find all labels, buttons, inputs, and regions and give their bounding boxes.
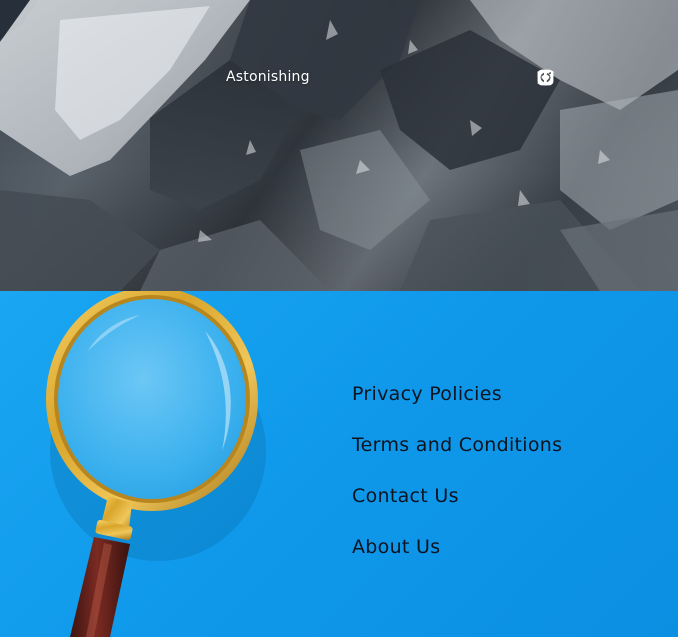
about-us-link[interactable]: About Us	[352, 536, 562, 559]
brand-name[interactable]: Astonishing	[226, 68, 310, 86]
page: Astonishing Privacy Policies Terms and C…	[0, 0, 678, 637]
hero-banner: Astonishing	[0, 0, 678, 291]
mountain-background-image	[0, 0, 678, 291]
footer-section: Privacy Policies Terms and Conditions Co…	[0, 291, 678, 637]
privacy-policies-link[interactable]: Privacy Policies	[352, 383, 562, 406]
facebook-icon[interactable]	[536, 68, 555, 87]
contact-us-link[interactable]: Contact Us	[352, 485, 562, 508]
magnifying-glass-image	[46, 291, 266, 637]
terms-and-conditions-link[interactable]: Terms and Conditions	[352, 434, 562, 457]
footer-links: Privacy Policies Terms and Conditions Co…	[352, 383, 562, 559]
